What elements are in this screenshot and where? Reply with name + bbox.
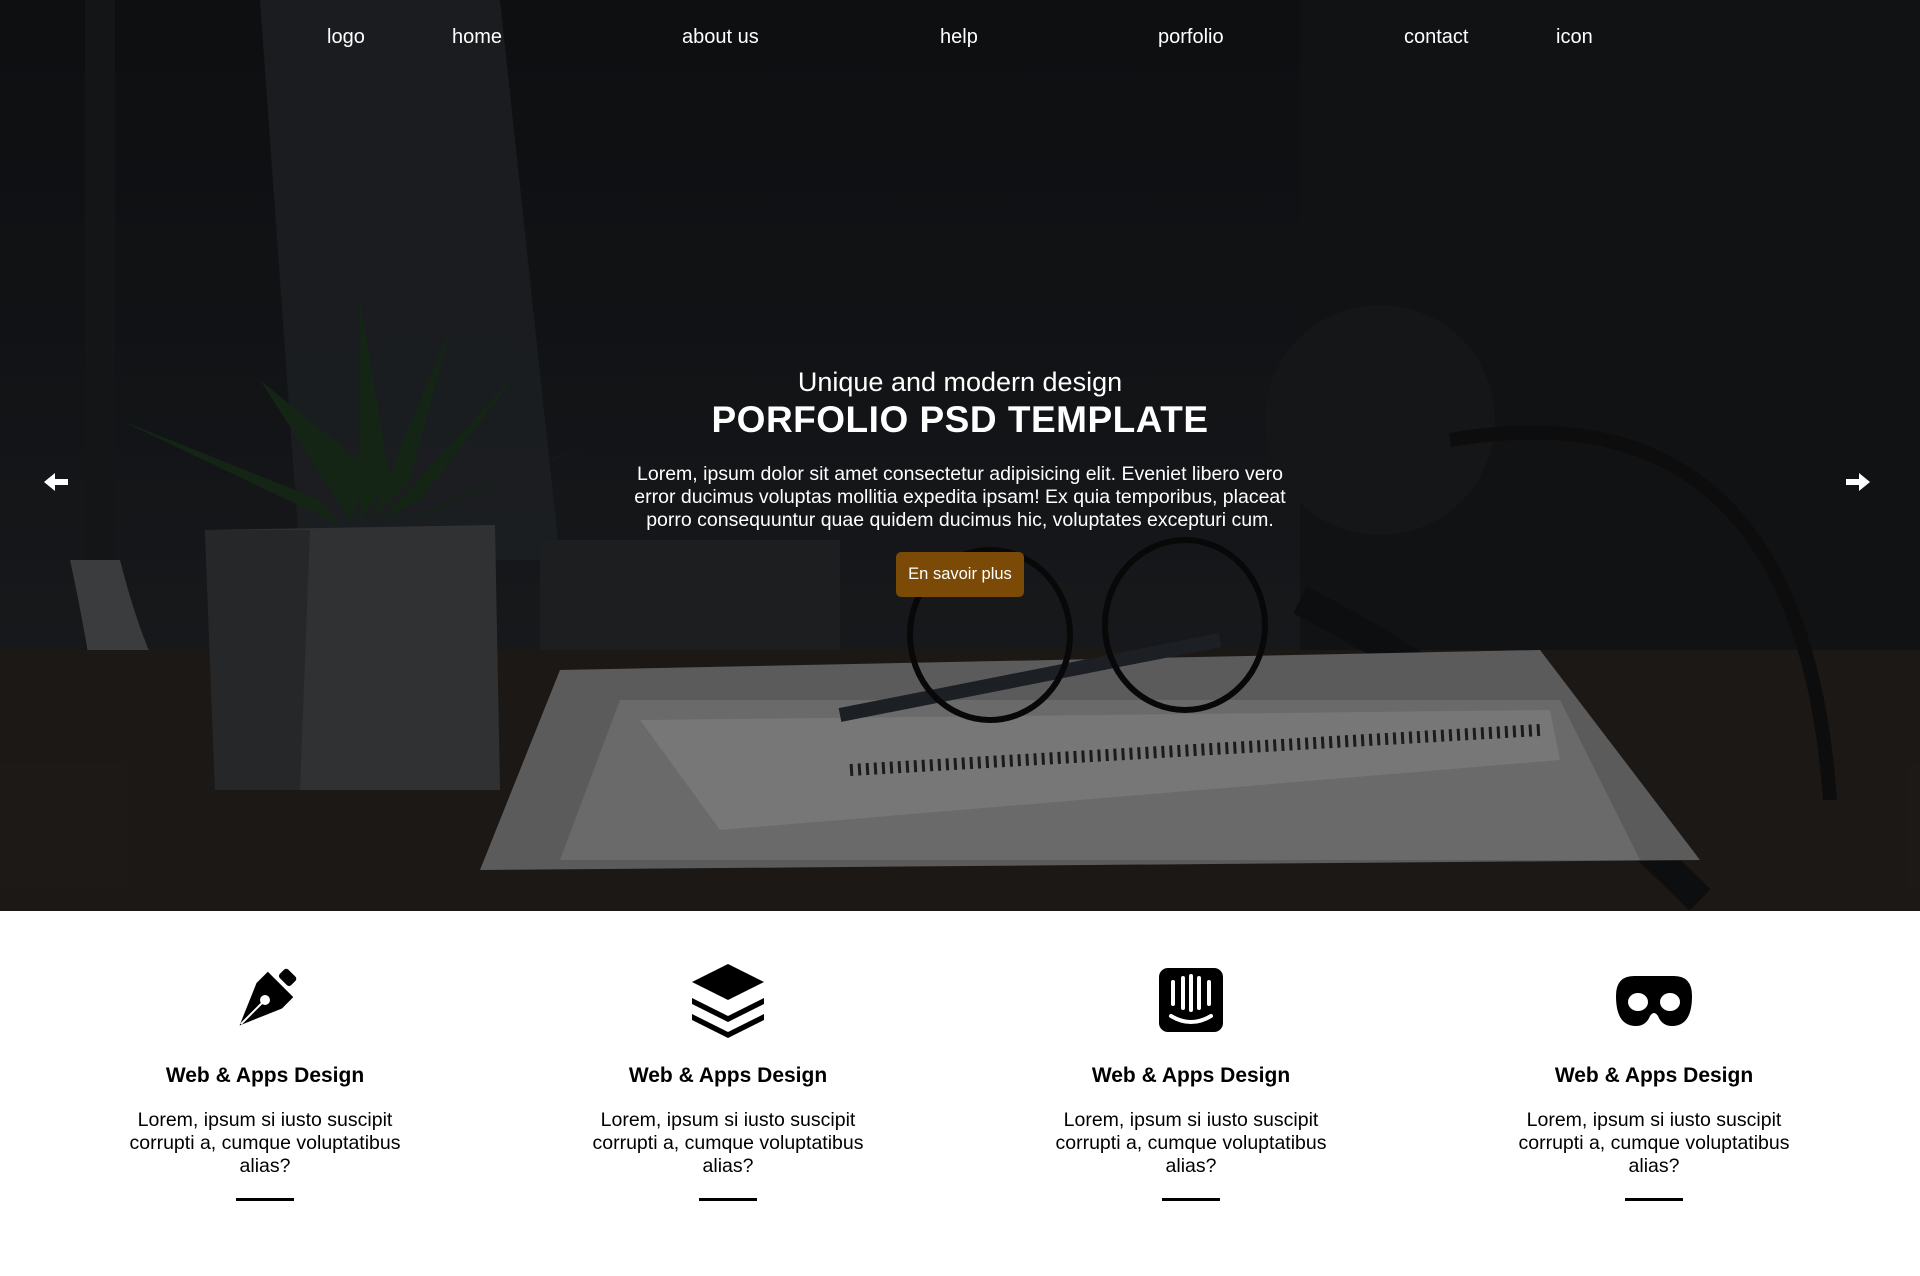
pen-nib-icon (239, 968, 297, 1026)
feature-text: Lorem, ipsum si iusto suscipit corrupti … (129, 1109, 401, 1177)
nav-logo[interactable]: logo (327, 26, 365, 49)
arrow-left-icon[interactable] (44, 470, 74, 494)
mask-icon (1616, 976, 1692, 1026)
hero-content: Unique and modern design PORFOLIO PSD TE… (0, 365, 1920, 597)
feature-card: Web & Apps Design Lorem, ipsum si iusto … (1021, 960, 1361, 1201)
feature-divider (1162, 1198, 1220, 1201)
feature-text: Lorem, ipsum si iusto suscipit corrupti … (592, 1109, 864, 1177)
feature-divider (1625, 1198, 1683, 1201)
en-savoir-plus-button[interactable]: En savoir plus (896, 552, 1024, 597)
feature-title: Web & Apps Design (165, 1064, 365, 1087)
feature-title: Web & Apps Design (1554, 1064, 1754, 1087)
hero-section: logo home about us help porfolio contact… (0, 0, 1920, 911)
feature-card: Web & Apps Design Lorem, ipsum si iusto … (558, 960, 898, 1201)
layer-stack-icon (692, 964, 764, 1038)
feature-text: Lorem, ipsum si iusto suscipit corrupti … (1055, 1109, 1327, 1177)
feature-card: Web & Apps Design Lorem, ipsum si iusto … (95, 960, 435, 1201)
feature-title: Web & Apps Design (628, 1064, 828, 1087)
nav-about-us[interactable]: about us (682, 26, 759, 49)
feature-title: Web & Apps Design (1091, 1064, 1291, 1087)
arrow-right-icon[interactable] (1846, 470, 1876, 494)
hero-title: PORFOLIO PSD TEMPLATE (711, 399, 1209, 440)
nav-icon[interactable]: icon (1556, 26, 1593, 49)
nav-contact[interactable]: contact (1404, 26, 1468, 49)
feature-divider (236, 1198, 294, 1201)
intercom-icon (1159, 968, 1223, 1032)
feature-text: Lorem, ipsum si iusto suscipit corrupti … (1518, 1109, 1790, 1177)
feature-card: Web & Apps Design Lorem, ipsum si iusto … (1484, 960, 1824, 1201)
nav-porfolio[interactable]: porfolio (1158, 26, 1224, 49)
nav-home[interactable]: home (452, 26, 502, 49)
hero-description: Lorem, ipsum dolor sit amet consectetur … (634, 463, 1286, 531)
hero-subtitle: Unique and modern design (797, 367, 1123, 397)
nav-help[interactable]: help (940, 26, 978, 49)
feature-divider (699, 1198, 757, 1201)
